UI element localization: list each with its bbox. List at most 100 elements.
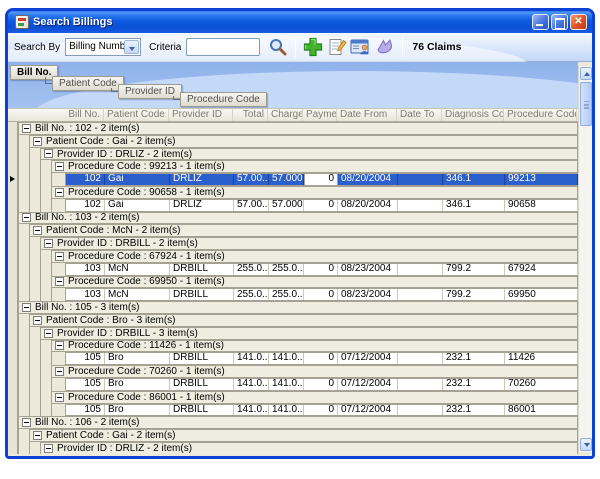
column-header-provider_id[interactable]: Provider ID — [169, 109, 233, 121]
collapse-icon[interactable] — [55, 162, 64, 171]
cell-procedure_code[interactable]: 11426 — [505, 353, 578, 364]
scroll-up-icon[interactable] — [580, 67, 592, 80]
group-box[interactable]: Bill No. : 102 - 2 item(s) — [18, 122, 578, 135]
cell-date_from[interactable]: 07/12/2004 — [338, 405, 398, 416]
cell-date_to[interactable] — [398, 379, 443, 390]
search-by-combobox[interactable]: Billing Number — [65, 38, 141, 56]
cell-provider_id[interactable]: DRLIZ — [170, 174, 234, 185]
vertical-scrollbar[interactable] — [578, 66, 592, 452]
column-header-payments[interactable]: Payme... — [303, 109, 337, 121]
cell-charges[interactable]: 141.0... — [269, 353, 304, 364]
cell-total[interactable]: 141.0... — [234, 405, 269, 416]
column-header-charges[interactable]: Charges — [268, 109, 303, 121]
cell-diagnosis_code[interactable]: 346.1 — [443, 174, 505, 185]
group-by-panel[interactable]: Bill No.Patient CodeProvider IDProcedure… — [8, 62, 578, 108]
cell-date_to[interactable] — [398, 174, 443, 185]
edit-claim-icon[interactable] — [326, 36, 348, 58]
cell-date_from[interactable]: 08/23/2004 — [338, 289, 398, 300]
group-field-procedure-code[interactable]: Procedure Code — [180, 92, 267, 107]
cell-total[interactable]: 141.0... — [234, 353, 269, 364]
cell-date_to[interactable] — [398, 264, 443, 275]
cell-bill_no[interactable]: 102 — [66, 200, 105, 211]
cell-procedure_code[interactable]: 86001 — [505, 405, 578, 416]
collapse-icon[interactable] — [44, 329, 53, 338]
cell-charges[interactable]: 141.0... — [269, 379, 304, 390]
collapse-icon[interactable] — [33, 431, 42, 440]
cell-date_to[interactable] — [398, 405, 443, 416]
group-box[interactable]: Provider ID : DRBILL - 2 item(s) — [40, 237, 578, 250]
collapse-icon[interactable] — [33, 226, 42, 235]
cell-date_to[interactable] — [398, 289, 443, 300]
cell-date_from[interactable]: 08/20/2004 — [338, 174, 398, 185]
group-box[interactable]: Procedure Code : 90658 - 1 item(s) — [51, 186, 578, 199]
cell-diagnosis_code[interactable]: 232.1 — [443, 379, 505, 390]
column-header-diagnosis_code[interactable]: Diagnosis Code — [442, 109, 504, 121]
group-box[interactable]: Procedure Code : 70260 - 1 item(s) — [51, 365, 578, 378]
cell-charges[interactable]: 255.0... — [269, 264, 304, 275]
cell-total[interactable]: 141.0... — [234, 379, 269, 390]
column-header-procedure_code[interactable]: Procedure Code — [504, 109, 577, 121]
cell-payments[interactable]: 0 — [304, 264, 338, 275]
group-box[interactable]: Bill No. : 105 - 3 item(s) — [18, 301, 578, 314]
maximize-button[interactable] — [551, 14, 568, 30]
cell-patient_code[interactable]: Gai — [105, 200, 170, 211]
cell-date_from[interactable]: 08/23/2004 — [338, 264, 398, 275]
collapse-icon[interactable] — [44, 149, 53, 158]
cell-charges[interactable]: 57.0000 — [269, 200, 304, 211]
minimize-button[interactable] — [532, 14, 549, 30]
scrollbar-thumb[interactable] — [580, 82, 592, 126]
cell-total[interactable]: 255.0... — [234, 289, 269, 300]
cell-patient_code[interactable]: Gai — [105, 174, 170, 185]
column-header-date_to[interactable]: Date To — [397, 109, 442, 121]
close-button[interactable] — [570, 14, 587, 30]
collapse-icon[interactable] — [55, 252, 64, 261]
collapse-icon[interactable] — [55, 393, 64, 402]
chevron-down-icon[interactable] — [124, 40, 139, 54]
group-box[interactable]: Bill No. : 103 - 2 item(s) — [18, 212, 578, 225]
cell-total[interactable]: 57.00... — [234, 174, 269, 185]
collapse-icon[interactable] — [22, 124, 31, 133]
collapse-icon[interactable] — [55, 367, 64, 376]
scroll-down-icon[interactable] — [580, 438, 592, 451]
cell-diagnosis_code[interactable]: 799.2 — [443, 289, 505, 300]
collapse-icon[interactable] — [55, 341, 64, 350]
group-box[interactable]: Provider ID : DRBILL - 3 item(s) — [40, 327, 578, 340]
collapse-icon[interactable] — [22, 303, 31, 312]
cell-bill_no[interactable]: 103 — [66, 264, 105, 275]
collapse-icon[interactable] — [22, 213, 31, 222]
cell-total[interactable]: 255.0... — [234, 264, 269, 275]
patient-card-icon[interactable] — [350, 36, 372, 58]
group-box[interactable]: Procedure Code : 11426 - 1 item(s) — [51, 340, 578, 353]
group-box[interactable]: Patient Code : Bro - 3 item(s) — [29, 314, 578, 327]
collapse-icon[interactable] — [33, 316, 42, 325]
group-box[interactable]: Patient Code : McN - 2 item(s) — [29, 224, 578, 237]
cell-bill_no[interactable]: 105 — [66, 405, 105, 416]
collapse-icon[interactable] — [22, 418, 31, 427]
criteria-input[interactable] — [186, 38, 260, 56]
collapse-icon[interactable] — [55, 277, 64, 286]
cell-charges[interactable]: 255.0... — [269, 289, 304, 300]
cell-provider_id[interactable]: DRBILL — [170, 379, 234, 390]
cell-bill_no[interactable]: 105 — [66, 379, 105, 390]
cell-diagnosis_code[interactable]: 232.1 — [443, 353, 505, 364]
column-header-patient_code[interactable]: Patient Code — [104, 109, 169, 121]
cell-date_to[interactable] — [398, 200, 443, 211]
cell-procedure_code[interactable]: 90658 — [505, 200, 578, 211]
cell-date_from[interactable]: 08/20/2004 — [338, 200, 398, 211]
cell-patient_code[interactable]: McN — [105, 289, 170, 300]
group-box[interactable]: Patient Code : Gai - 2 item(s) — [29, 429, 578, 442]
cell-diagnosis_code[interactable]: 799.2 — [443, 264, 505, 275]
collapse-icon[interactable] — [33, 137, 42, 146]
column-header-total[interactable]: Total — [233, 109, 268, 121]
group-box[interactable]: Patient Code : Gai - 2 item(s) — [29, 135, 578, 148]
group-box[interactable]: Procedure Code : 69950 - 1 item(s) — [51, 276, 578, 289]
swoosh-arrow-icon[interactable] — [374, 36, 396, 58]
cell-date_from[interactable]: 07/12/2004 — [338, 379, 398, 390]
cell-patient_code[interactable]: Bro — [105, 405, 170, 416]
cell-procedure_code[interactable]: 70260 — [505, 379, 578, 390]
group-box[interactable]: Procedure Code : 86001 - 1 item(s) — [51, 391, 578, 404]
cell-date_to[interactable] — [398, 353, 443, 364]
title-bar[interactable]: Search Billings — [8, 11, 592, 33]
cell-provider_id[interactable]: DRLIZ — [170, 200, 234, 211]
cell-patient_code[interactable]: Bro — [105, 379, 170, 390]
